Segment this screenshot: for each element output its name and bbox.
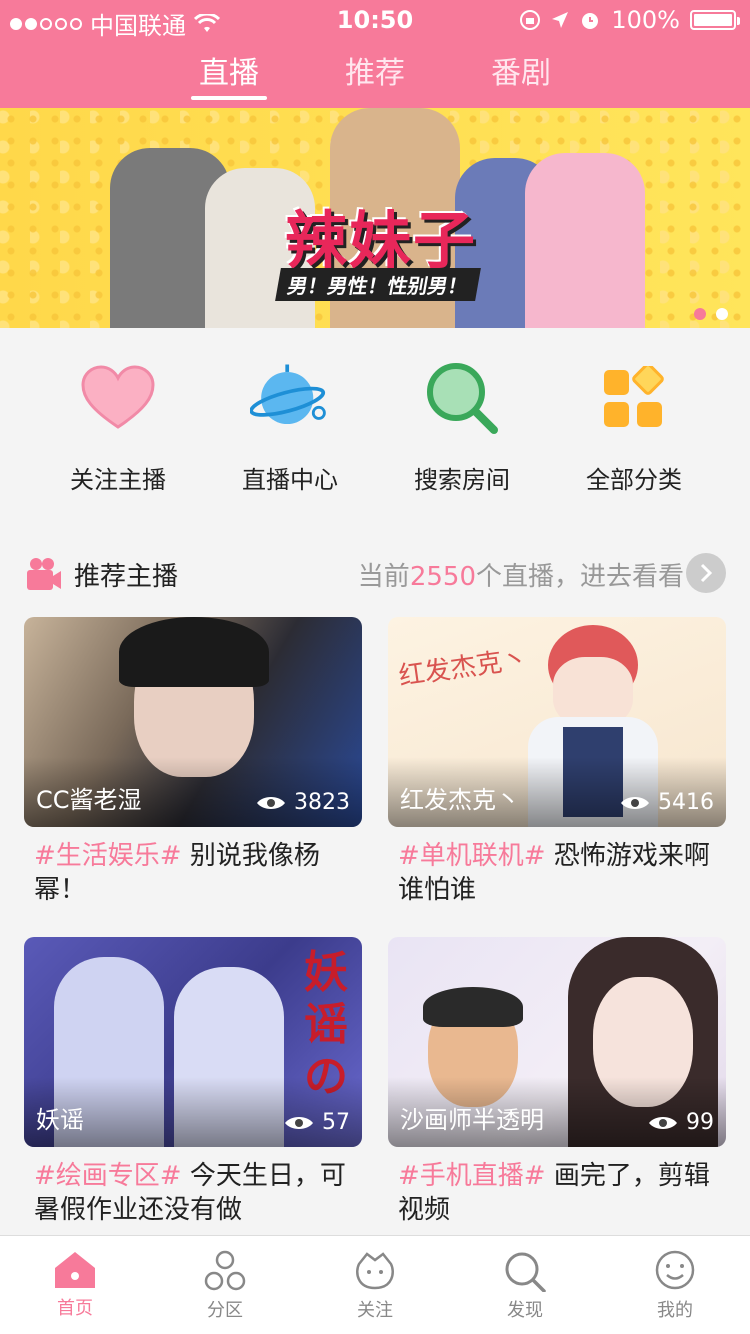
more-suffix: 个直播，进去看看 <box>475 562 684 592</box>
stream-card[interactable]: CC酱老湿 3823 #生活娱乐# 别说我像杨幂！ <box>24 617 362 907</box>
banner-subtitle: 男！男性！性别男！ <box>275 268 481 301</box>
tab-label: 关注 <box>357 1300 393 1321</box>
stream-thumbnail: 红发杰克丶 红发杰克丶 5416 <box>388 617 726 827</box>
eye-icon <box>285 1116 313 1129</box>
planet-icon <box>250 358 330 438</box>
viewer-count-value: 3823 <box>294 790 350 815</box>
stream-description: #生活娱乐# 别说我像杨幂！ <box>24 839 362 907</box>
quick-label: 全部分类 <box>586 466 682 494</box>
live-count: 2550 <box>409 562 476 592</box>
stream-description: #绘画专区# 今天生日，可暑假作业还没有做 <box>24 1159 362 1227</box>
status-bar: 中国联通 10:50 100% <box>0 0 750 40</box>
viewer-count-value: 99 <box>686 1110 714 1135</box>
tab-label: 首页 <box>57 1298 93 1319</box>
quick-nav: 关注主播 直播中心 搜索房间 全部分类 <box>0 328 750 518</box>
top-tabs: 直播 推荐 番剧 <box>0 52 750 102</box>
chevron-right-icon <box>700 563 713 583</box>
profile-icon <box>655 1250 695 1290</box>
stream-tag[interactable]: #生活娱乐# <box>34 841 182 871</box>
stream-tag[interactable]: #单机联机# <box>398 841 546 871</box>
tab-profile[interactable]: 我的 <box>600 1236 750 1334</box>
tab-anime[interactable]: 番剧 <box>483 52 559 102</box>
stream-card[interactable]: 妖谣の 妖谣 57 #绘画专区# 今天生日，可暑假作业还没有做 <box>24 937 362 1227</box>
stream-card[interactable]: 沙画师半透明 99 #手机直播# 画完了，剪辑视频 <box>388 937 726 1227</box>
stream-description: #单机联机# 恐怖游戏来啊谁怕谁 <box>388 839 726 907</box>
discover-icon <box>505 1252 546 1292</box>
tab-label: 分区 <box>207 1300 243 1321</box>
follow-icon <box>356 1252 394 1290</box>
quick-follow-streamers[interactable]: 关注主播 <box>32 328 204 518</box>
viewer-count: 57 <box>284 1110 350 1135</box>
pager-dot-1[interactable] <box>694 308 706 320</box>
quick-all-categories[interactable]: 全部分类 <box>548 328 720 518</box>
recommended-section-header: 推荐主播 当前2550个直播，进去看看 <box>0 548 750 600</box>
banner-pager[interactable] <box>694 308 728 320</box>
battery-icon <box>690 10 740 30</box>
tab-category[interactable]: 分区 <box>150 1236 300 1334</box>
tab-home[interactable]: 首页 <box>0 1236 150 1334</box>
streamer-name: 沙画师半透明 <box>400 1106 544 1134</box>
stream-description: #手机直播# 画完了，剪辑视频 <box>388 1159 726 1227</box>
banner-title: 辣妹子 <box>285 204 478 277</box>
tab-label: 我的 <box>657 1300 693 1321</box>
rotation-lock-icon <box>520 10 541 30</box>
banner-figure-pink-girl <box>525 153 645 328</box>
viewer-count-value: 57 <box>322 1110 350 1135</box>
stream-tag[interactable]: #手机直播# <box>398 1161 546 1191</box>
thumbnail-caption: 红发杰克丶 <box>396 644 530 692</box>
categories-icon <box>594 358 674 438</box>
tab-discover[interactable]: 发现 <box>450 1236 600 1334</box>
eye-icon <box>621 796 649 809</box>
eye-icon <box>257 796 285 809</box>
promo-banner[interactable]: 辣妹子 男！男性！性别男！ <box>0 108 750 328</box>
header: 中国联通 10:50 100% 直播 推荐 番剧 <box>0 0 750 108</box>
live-count-link[interactable]: 当前2550个直播，进去看看 <box>358 556 684 593</box>
home-icon <box>55 1252 95 1288</box>
tab-label: 发现 <box>507 1300 543 1321</box>
viewer-count: 3823 <box>256 790 350 815</box>
viewer-count: 99 <box>648 1110 714 1135</box>
video-camera-icon <box>27 558 61 590</box>
tab-follow[interactable]: 关注 <box>300 1236 450 1334</box>
tab-live[interactable]: 直播 <box>191 52 267 102</box>
alarm-icon <box>582 13 599 29</box>
stream-thumbnail: 沙画师半透明 99 <box>388 937 726 1147</box>
quick-label: 直播中心 <box>242 466 338 494</box>
heart-icon <box>78 358 158 438</box>
eye-icon <box>649 1116 677 1129</box>
more-prefix: 当前 <box>357 562 410 592</box>
viewer-count: 5416 <box>620 790 714 815</box>
bottom-tab-bar: 首页 分区 关注 发现 我的 <box>0 1235 750 1334</box>
stream-thumbnail: 妖谣の 妖谣 57 <box>24 937 362 1147</box>
viewer-count-value: 5416 <box>658 790 714 815</box>
battery-percent: 100% <box>611 6 680 34</box>
streamer-name: 妖谣 <box>36 1106 84 1134</box>
quick-live-center[interactable]: 直播中心 <box>204 328 376 518</box>
streamer-name: CC酱老湿 <box>36 786 142 814</box>
quick-search-rooms[interactable]: 搜索房间 <box>376 328 548 518</box>
category-icon <box>204 1250 246 1291</box>
more-arrow-button[interactable] <box>686 553 726 593</box>
search-icon <box>422 358 502 438</box>
pager-dot-2[interactable] <box>716 308 728 320</box>
stream-thumbnail: CC酱老湿 3823 <box>24 617 362 827</box>
stream-card[interactable]: 红发杰克丶 红发杰克丶 5416 #单机联机# 恐怖游戏来啊谁怕谁 <box>388 617 726 907</box>
quick-label: 搜索房间 <box>414 466 510 494</box>
stream-tag[interactable]: #绘画专区# <box>34 1161 182 1191</box>
quick-label: 关注主播 <box>70 466 166 494</box>
tab-recommend[interactable]: 推荐 <box>337 52 413 102</box>
section-title: 推荐主播 <box>74 562 179 592</box>
location-icon <box>552 12 569 28</box>
streamer-name: 红发杰克丶 <box>400 786 520 814</box>
